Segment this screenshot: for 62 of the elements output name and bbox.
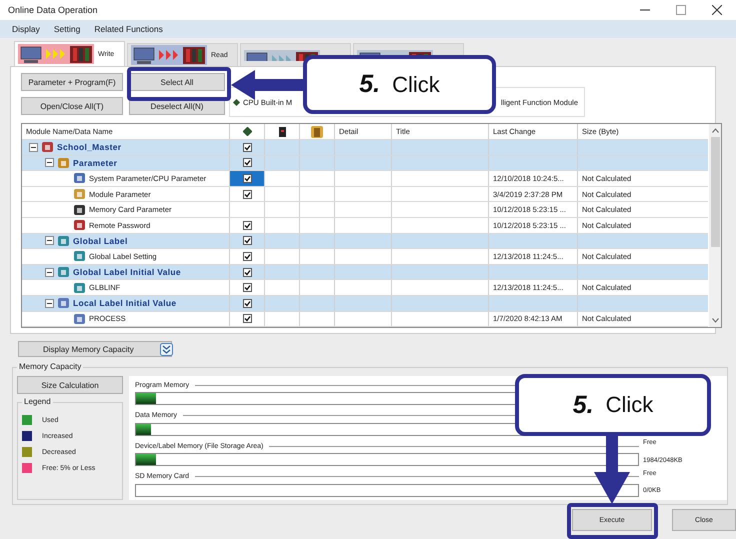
data-icon [73, 312, 86, 325]
data-icon [73, 188, 86, 200]
checkbox[interactable] [242, 142, 252, 152]
callout-text: Click [606, 392, 654, 418]
callout-text: Click [392, 72, 440, 98]
callout-number: 5. [359, 70, 380, 99]
legend-title: Legend [22, 397, 53, 406]
data-icon [73, 219, 86, 232]
collapse-icon[interactable] [45, 158, 54, 168]
checkbox[interactable] [242, 268, 252, 277]
pc-to-plc-icon [131, 45, 207, 65]
data-icon [57, 234, 70, 247]
menu-item[interactable]: Display [12, 24, 40, 34]
expand-icon[interactable] [160, 343, 173, 356]
data-icon [57, 297, 70, 310]
data-icon [73, 250, 86, 262]
collapse-icon[interactable] [45, 298, 54, 308]
data-icon [73, 282, 86, 294]
data-icon [57, 156, 70, 169]
data-name: Global Label Initial Value [73, 267, 181, 278]
close-icon[interactable] [712, 5, 722, 15]
memory-card-icon [278, 126, 286, 136]
window-title: Online Data Operation [8, 5, 98, 15]
data-name: Global Label [73, 236, 128, 246]
checkbox[interactable] [242, 283, 252, 292]
callout-number: 5. [572, 390, 594, 420]
data-name: School_Master [57, 142, 122, 152]
data-icon [73, 204, 86, 216]
checkbox[interactable] [242, 174, 252, 183]
data-icon [57, 266, 70, 278]
menu-item[interactable]: Setting [54, 24, 80, 34]
data-name: Parameter [73, 158, 118, 168]
select-all-button[interactable]: Select All [129, 73, 225, 91]
data-name: Local Label Initial Value [73, 298, 176, 308]
collapse-icon[interactable] [29, 142, 38, 152]
chip-icon [232, 98, 240, 106]
checkbox[interactable] [242, 158, 252, 168]
scroll-thumb[interactable] [710, 137, 720, 247]
data-icon [41, 141, 54, 154]
parameter-program-button[interactable]: Parameter + Program(F) [21, 73, 123, 91]
scroll-up-icon[interactable] [712, 128, 718, 133]
checkbox[interactable] [242, 314, 252, 324]
collapse-icon[interactable] [45, 236, 54, 246]
module-icon [311, 126, 323, 138]
open-close-all-button[interactable]: Open/Close All(T) [21, 97, 123, 115]
checkbox[interactable] [242, 190, 252, 199]
checkbox[interactable] [242, 298, 252, 308]
size-calculation-button[interactable]: Size Calculation [17, 376, 123, 394]
data-icon [73, 172, 86, 184]
group-title: Memory Capacity [17, 362, 84, 371]
chip-icon [242, 127, 252, 136]
collapse-icon[interactable] [45, 268, 54, 277]
checkbox[interactable] [242, 236, 252, 246]
checkbox[interactable] [242, 220, 252, 230]
maximize-icon[interactable] [676, 5, 686, 15]
scroll-down-icon[interactable] [712, 318, 718, 324]
pc-to-plc-icon [18, 44, 94, 64]
scrollbar[interactable] [709, 124, 721, 328]
checkbox[interactable] [242, 252, 252, 261]
pc-to-plc-icon [244, 50, 320, 60]
menu-item[interactable]: Related Functions [94, 24, 163, 34]
display-memory-capacity-button[interactable]: Display Memory Capacity [18, 341, 172, 357]
